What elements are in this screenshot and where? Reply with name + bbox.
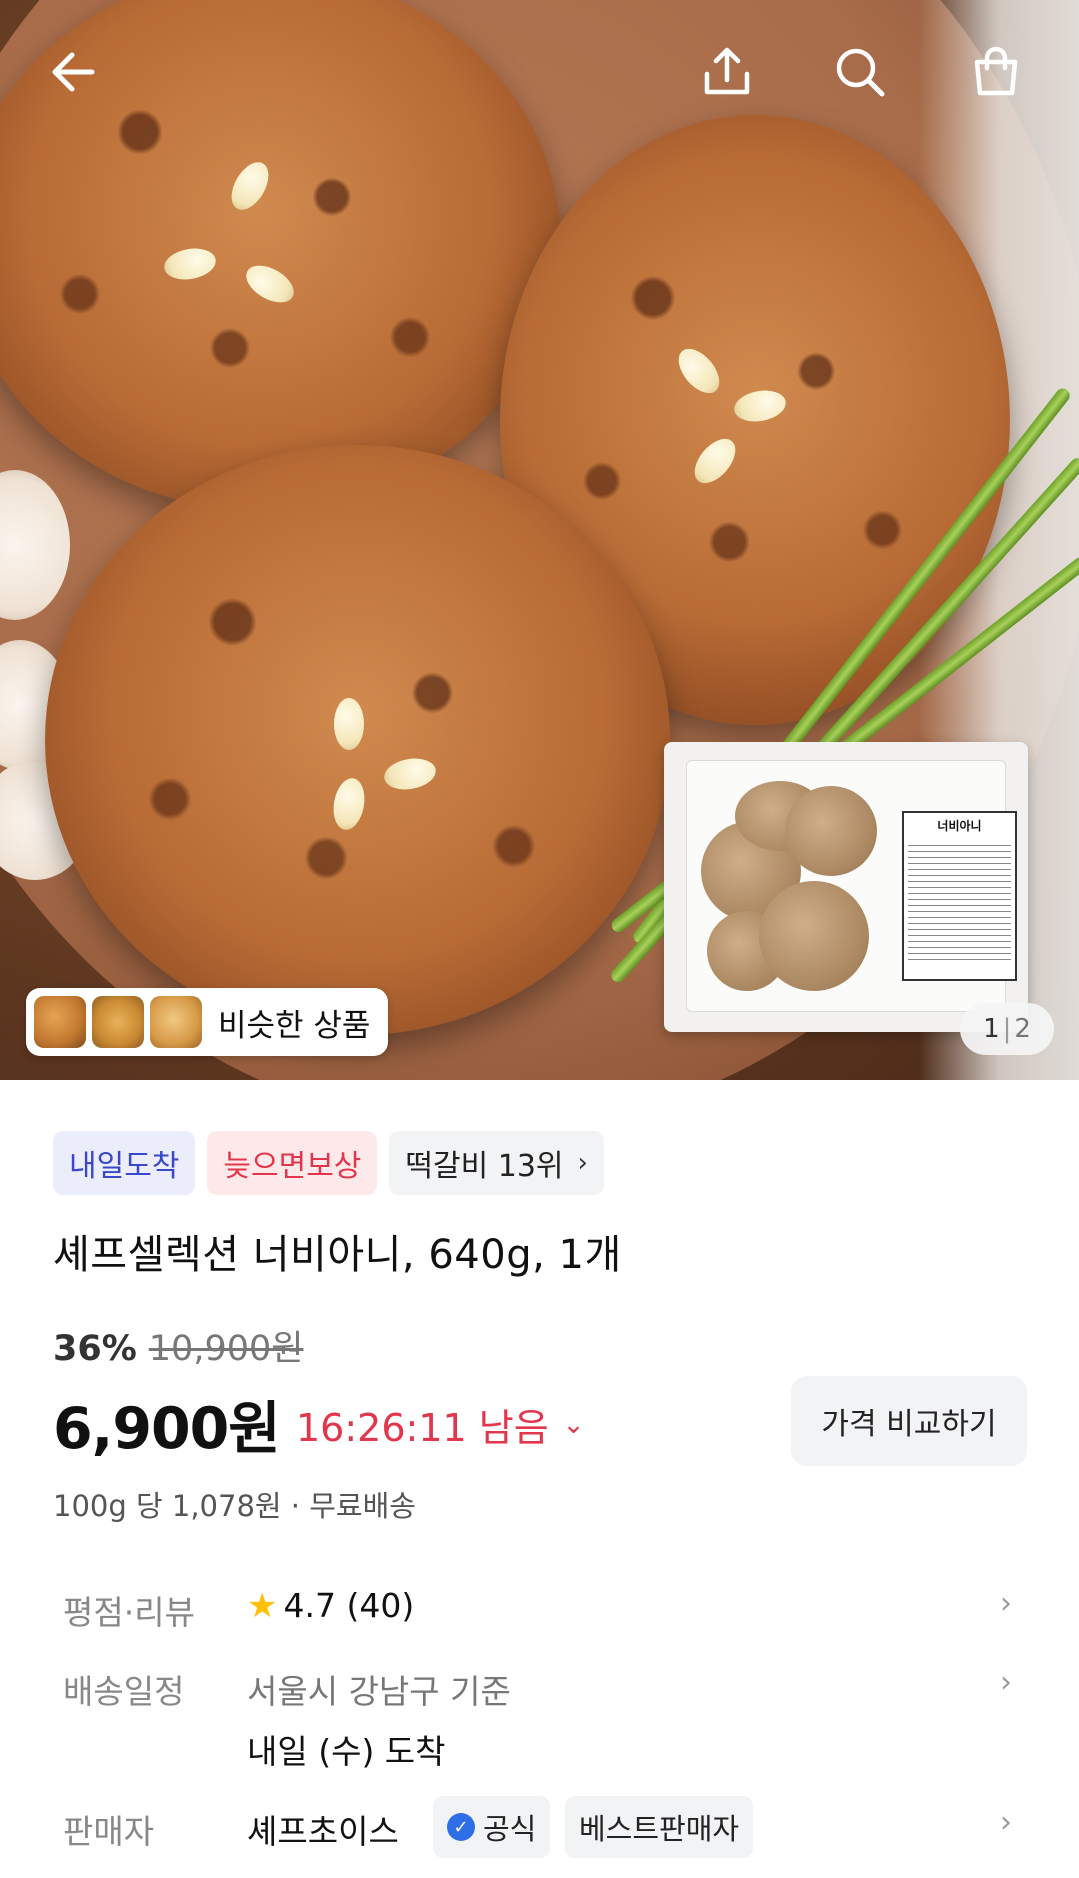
star-icon: ★ <box>247 1586 278 1626</box>
seller-name[interactable]: 셰프초이스 <box>247 1805 399 1853</box>
share-icon <box>704 47 750 95</box>
chevron-down-icon: ⌄ <box>562 1409 585 1440</box>
rating-label: 평점·리뷰 <box>63 1593 195 1632</box>
ranking-badge[interactable]: 떡갈비 13위 › <box>389 1131 604 1195</box>
discount-row: 36% 10,900원 <box>53 1320 303 1371</box>
rating-value[interactable]: ★ 4.7 (40) <box>247 1586 414 1626</box>
sale-price: 6,900원 <box>53 1396 281 1462</box>
shopping-bag-icon <box>974 46 1018 96</box>
package-thumbnail: 너비아니 <box>664 742 1028 1032</box>
seller-label: 판매자 <box>63 1812 155 1851</box>
product-detail-page: 너비아니 비슷한 상품 1 | 2 내일도착 늦으면보상 떡갈비 13위 › 셰… <box>0 0 1079 1878</box>
chevron-right-icon: › <box>577 1148 588 1178</box>
chevron-right-icon[interactable]: › <box>1000 1805 1012 1840</box>
back-button[interactable] <box>44 42 104 102</box>
original-price: 10,900원 <box>148 1329 304 1369</box>
badge-row: 내일도착 늦으면보상 떡갈비 13위 › <box>53 1131 604 1195</box>
late-compensation-badge: 늦으면보상 <box>207 1131 378 1195</box>
chevron-right-icon[interactable]: › <box>1000 1665 1012 1700</box>
shipping-label: 배송일정 <box>63 1672 185 1711</box>
verified-check-icon: ✓ <box>447 1813 475 1841</box>
image-counter: 1 | 2 <box>960 1003 1054 1055</box>
similar-thumb <box>150 996 202 1048</box>
similar-thumb <box>34 996 86 1048</box>
share-button[interactable] <box>697 42 757 102</box>
cart-button[interactable] <box>966 42 1026 102</box>
discount-percent: 36% <box>53 1329 137 1369</box>
shipping-location[interactable]: 서울시 강남구 기준 <box>247 1665 511 1713</box>
official-badge: ✓ 공식 <box>433 1796 551 1858</box>
unit-price-shipping: 100g 당 1,078원 · 무료배송 <box>53 1489 416 1523</box>
shipping-date: 내일 (수) 도착 <box>247 1732 446 1771</box>
best-seller-badge: 베스트판매자 <box>565 1796 754 1858</box>
search-icon <box>836 48 885 97</box>
compare-price-button[interactable]: 가격 비교하기 <box>791 1376 1027 1466</box>
package-label: 너비아니 <box>902 811 1017 981</box>
search-button[interactable] <box>830 42 890 102</box>
back-arrow-icon <box>52 52 95 92</box>
product-image-carousel[interactable]: 너비아니 비슷한 상품 1 | 2 <box>0 0 1079 1080</box>
similar-products-button[interactable]: 비슷한 상품 <box>26 988 388 1056</box>
product-title: 셰프셀렉션 너비아니, 640g, 1개 <box>53 1232 622 1278</box>
chevron-right-icon[interactable]: › <box>1000 1586 1012 1621</box>
deal-timer[interactable]: 16:26:11 남음 ⌄ <box>296 1397 584 1452</box>
similar-thumb <box>92 996 144 1048</box>
delivery-badge: 내일도착 <box>53 1131 196 1195</box>
similar-products-label: 비슷한 상품 <box>218 1007 371 1044</box>
